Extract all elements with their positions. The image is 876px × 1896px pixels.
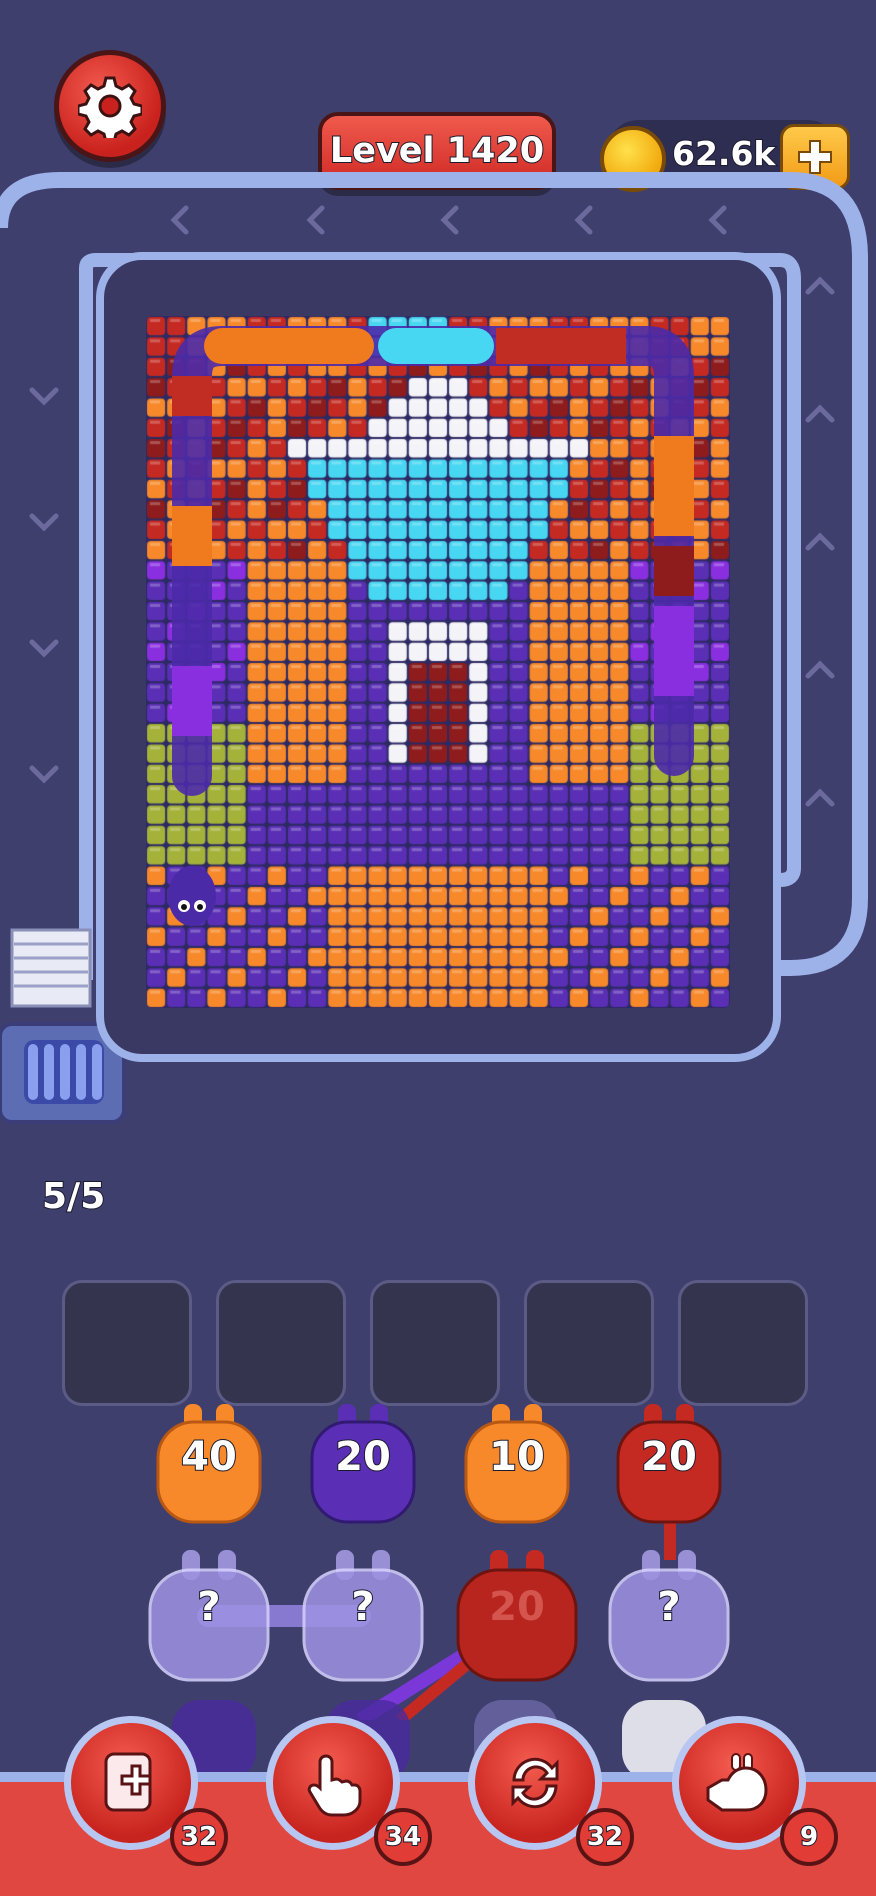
queue-counter: 5/5 [41, 1175, 106, 1218]
creature-count: 10 [488, 1433, 546, 1481]
creature-count: 40 [180, 1433, 238, 1481]
holding-slot[interactable] [216, 1280, 346, 1406]
powerup-count: 32 [576, 1808, 634, 1866]
card-plus-icon [104, 1752, 152, 1812]
holding-slot[interactable] [370, 1280, 500, 1406]
holding-slot[interactable] [62, 1280, 192, 1406]
creature-count: ? [350, 1583, 375, 1631]
holding-slot[interactable] [524, 1280, 654, 1406]
creature-count: 20 [640, 1433, 698, 1481]
powerup-count: 34 [374, 1808, 432, 1866]
pointing-hand-icon [307, 1754, 362, 1817]
creature-links [197, 1430, 676, 1720]
rocket-creature-icon [706, 1753, 768, 1812]
pixel-board[interactable] [146, 316, 730, 1008]
refresh-icon [511, 1757, 559, 1809]
creature-count: ? [196, 1583, 221, 1631]
snake-overlay [168, 326, 694, 926]
creature-count: 20 [334, 1433, 392, 1481]
gear-icon [78, 76, 142, 138]
creature-count: 20 [489, 1584, 545, 1630]
holding-slot[interactable] [678, 1280, 808, 1406]
powerup-count: 9 [780, 1808, 838, 1866]
settings-button[interactable] [54, 50, 166, 162]
powerup-count: 32 [170, 1808, 228, 1866]
creature-count: ? [656, 1583, 681, 1631]
